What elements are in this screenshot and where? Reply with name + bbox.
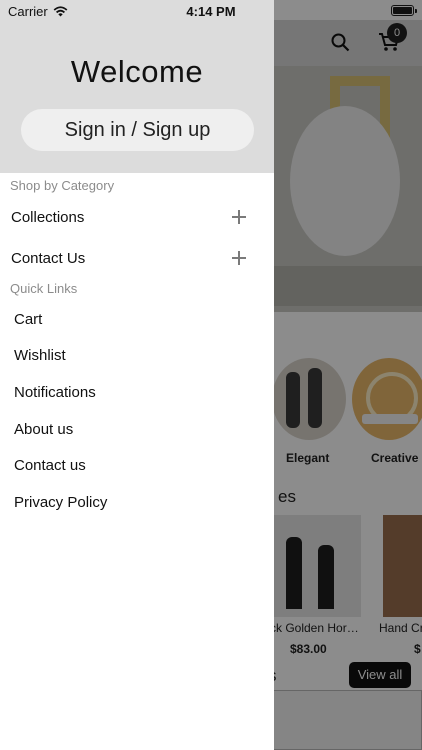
quick-links-heading: Quick Links bbox=[10, 281, 78, 296]
quick-link-cart[interactable]: Cart bbox=[14, 311, 42, 328]
status-bar: Carrier 4:14 PM bbox=[0, 0, 422, 22]
welcome-title: Welcome bbox=[70, 54, 204, 89]
quick-link-notifications[interactable]: Notifications bbox=[14, 384, 96, 401]
sign-in-button[interactable]: Sign in / Sign up bbox=[21, 109, 254, 151]
category-item-label: Contact Us bbox=[11, 250, 86, 267]
navigation-drawer: Welcome Sign in / Sign up Shop by Catego… bbox=[0, 0, 274, 750]
quick-link-about-us[interactable]: About us bbox=[14, 421, 73, 438]
quick-link-contact-us[interactable]: Contact us bbox=[14, 457, 86, 474]
quick-link-privacy-policy[interactable]: Privacy Policy bbox=[14, 494, 107, 511]
quick-link-wishlist[interactable]: Wishlist bbox=[14, 347, 66, 364]
category-item-label: Collections bbox=[11, 209, 85, 226]
shop-by-category-heading: Shop by Category bbox=[10, 178, 115, 193]
category-item-collections[interactable]: Collections bbox=[0, 202, 274, 232]
status-time: 4:14 PM bbox=[186, 4, 236, 19]
plus-icon[interactable] bbox=[232, 210, 246, 224]
category-item-contact-us[interactable]: Contact Us bbox=[0, 243, 274, 273]
drawer-header: Welcome Sign in / Sign up bbox=[0, 0, 274, 173]
plus-icon[interactable] bbox=[232, 251, 246, 265]
battery-icon bbox=[391, 5, 417, 16]
